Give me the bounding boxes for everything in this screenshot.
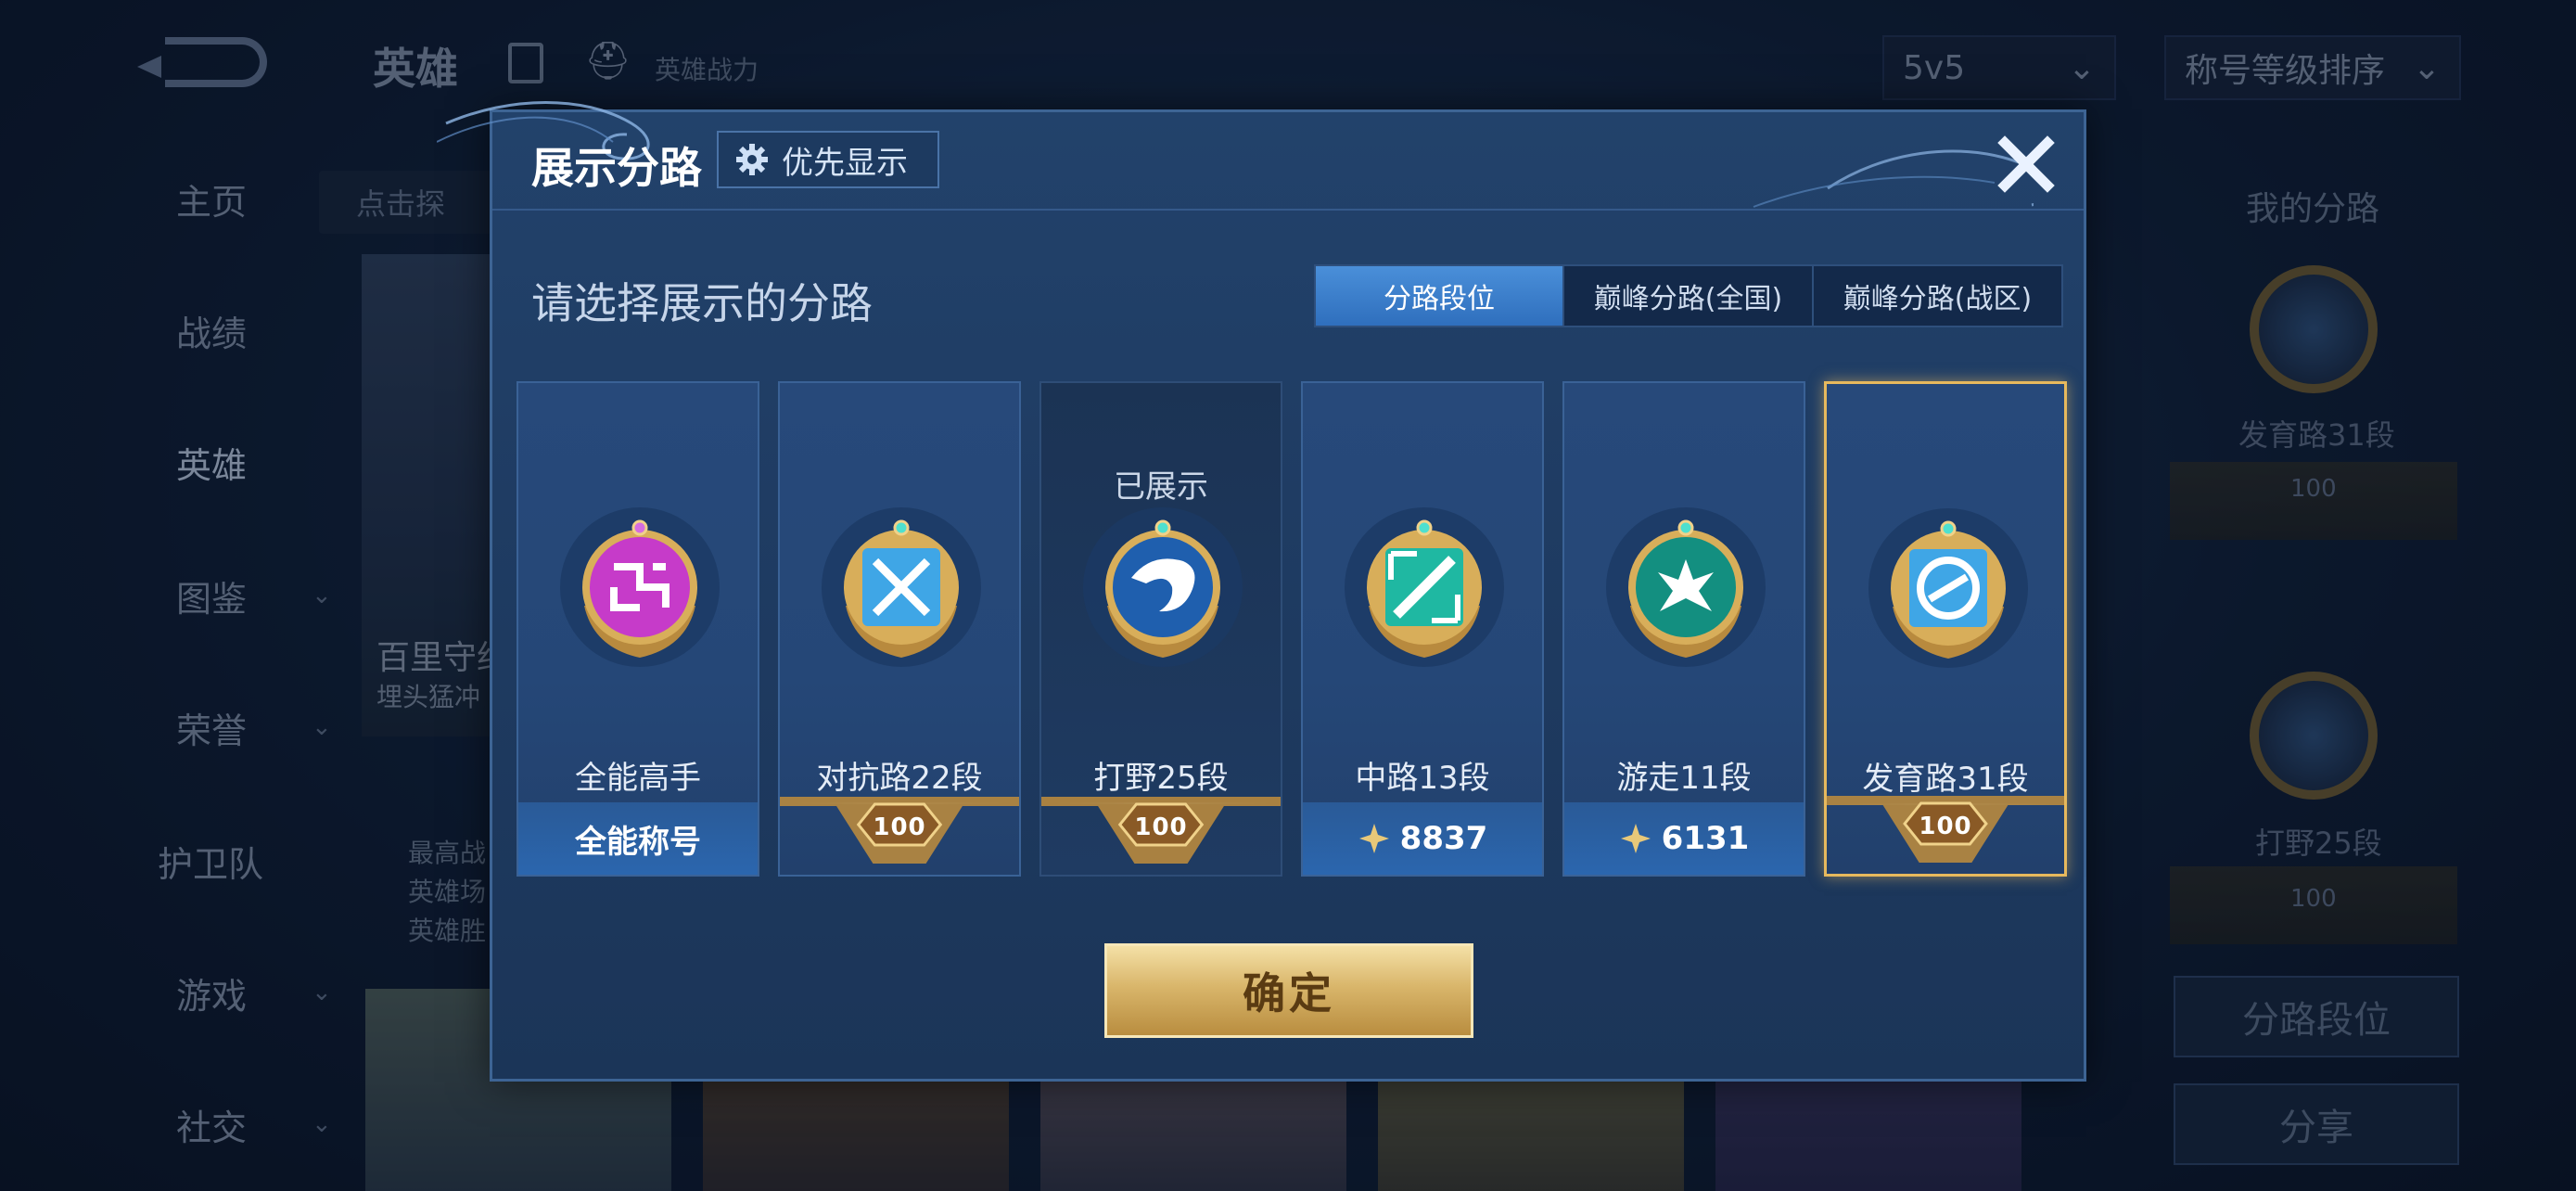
lane-card-mid[interactable]: 中路13段 8837 [1301,381,1544,877]
confirm-button[interactable]: 确定 [1104,943,1473,1038]
lane-card-name: 游走11段 [1616,760,1752,797]
peak-score-value: 8837 [1399,820,1488,857]
lane-display-dialog: 展示分路 优先显示 请选择展示的分路 分路段位 巅峰分路(全国) 巅峰分路(战区… [437,101,2086,1082]
lane-card-farm[interactable]: 发育路31段 100 [1824,381,2067,877]
priority-display-label: 优先显示 [782,144,908,182]
lane-card-clash[interactable]: 对抗路22段 100 [778,381,1021,877]
lane-card-name: 中路13段 [1355,760,1490,797]
clash-lane-emblem-icon [822,507,981,667]
rank-star-count: 100 [1134,813,1188,841]
lane-card-footer: 全能称号 [518,802,758,875]
lane-tabs: 分路段位 巅峰分路(全国) 巅峰分路(战区) [1314,264,2063,327]
lane-card-name: 打野25段 [1093,760,1229,797]
peak-score-value: 6131 [1661,820,1750,857]
rank-star-count: 100 [1919,813,1972,840]
lane-card-name: 对抗路22段 [816,760,983,797]
tab-peak-region[interactable]: 巅峰分路(战区) [1814,266,2061,326]
priority-display-button[interactable]: 优先显示 [717,131,939,188]
rank-star-count: 100 [873,813,926,841]
lane-card-roam[interactable]: 游走11段 6131 [1562,381,1805,877]
all-round-title-label: 全能称号 [575,823,701,861]
lane-card-footer: 8837 [1303,802,1542,875]
close-icon [1997,135,2055,193]
close-button[interactable] [1989,127,2063,201]
roam-lane-emblem-icon [1606,507,1766,667]
lane-card-list: 全能高手 全能称号 对抗路22段 100 已展示 打野25段 100 中路13段… [516,381,2074,882]
tab-lane-rank[interactable]: 分路段位 [1316,266,1564,326]
lane-card-jungle[interactable]: 已展示 打野25段 100 [1039,381,1282,877]
mid-lane-emblem-icon [1345,507,1504,667]
jungle-lane-emblem-icon [1083,507,1243,667]
dialog-title: 展示分路 [531,143,702,193]
all-round-emblem-icon [560,507,720,667]
peak-score-icon [1358,824,1389,853]
tab-peak-national[interactable]: 巅峰分路(全国) [1564,266,1814,326]
farm-lane-emblem-icon [1868,508,2028,668]
peak-score-icon [1620,824,1651,853]
lane-card-footer: 6131 [1564,802,1804,875]
lane-card-name: 发育路31段 [1862,761,2029,798]
dialog-subtitle: 请选择展示的分路 [531,278,873,328]
lane-card-all-round[interactable]: 全能高手 全能称号 [516,381,759,877]
lane-card-name: 全能高手 [575,760,701,797]
dialog-header: 展示分路 优先显示 [437,101,2084,211]
gear-icon [736,144,768,175]
